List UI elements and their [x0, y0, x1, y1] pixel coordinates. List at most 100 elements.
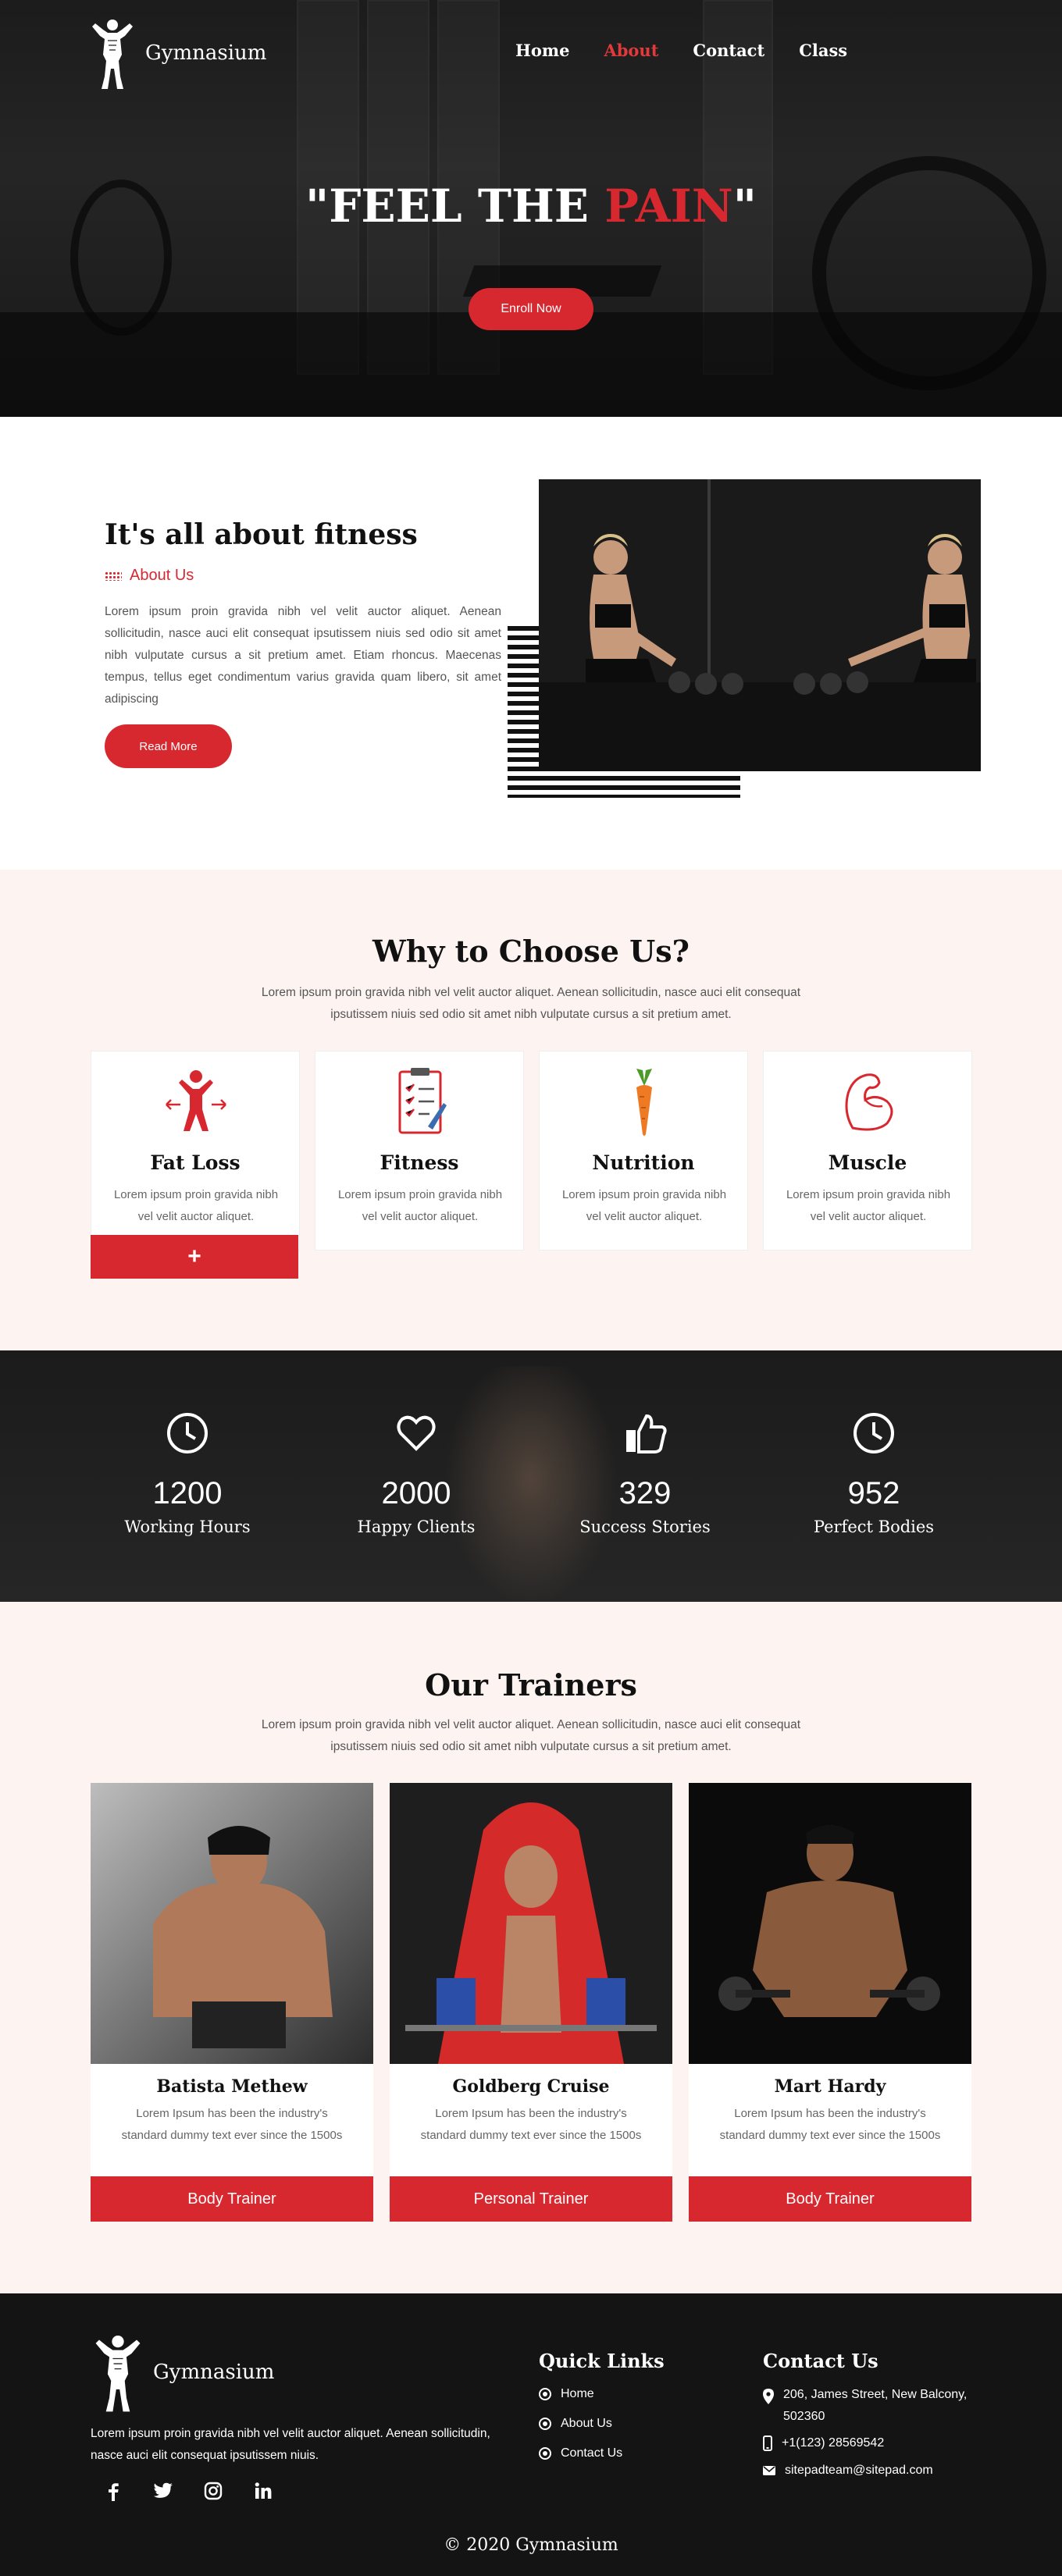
enroll-now-button[interactable]: Enroll Now [469, 288, 593, 330]
main-nav: Home About Contact Class [515, 41, 847, 60]
facebook-icon[interactable] [103, 2481, 123, 2501]
trainer-photo [91, 1783, 373, 2064]
footer-address: 206, James Street, New Balcony, 502360 [763, 2384, 982, 2428]
trainer-role-button[interactable]: Body Trainer [91, 2176, 373, 2222]
map-pin-icon [763, 2389, 774, 2404]
trainer-text: Lorem Ipsum has been the industry's stan… [420, 2107, 642, 2142]
clock-icon [167, 1413, 208, 1453]
card-title: Nutrition [592, 1151, 695, 1174]
footer-brand-name: Gymnasium [153, 2361, 275, 2384]
circle-dot-icon [539, 2418, 551, 2430]
envelope-icon [763, 2466, 775, 2475]
nav-class[interactable]: Class [799, 41, 847, 60]
card-fitness[interactable]: Fitness Lorem ipsum proin gravida nibh v… [315, 1051, 524, 1251]
about-photo [539, 479, 981, 771]
stat-number: 952 [847, 1476, 900, 1510]
carrot-icon [636, 1069, 652, 1136]
footer-logo[interactable]: Gymnasium [91, 2329, 274, 2415]
trainer-name: Batista Methew [156, 2076, 308, 2097]
stat-happy-clients: 2000 Happy Clients [323, 1411, 510, 1536]
footer-link-contact[interactable]: Contact Us [539, 2446, 622, 2460]
card-fat-loss[interactable]: Fat Loss Lorem ipsum proin gravida nibh … [91, 1051, 300, 1251]
card-text: Lorem ipsum proin gravida nibh vel velit… [337, 1188, 503, 1223]
brand-logo[interactable]: Gymnasium [87, 14, 266, 92]
trainer-role-button[interactable]: Personal Trainer [390, 2176, 672, 2222]
stat-number: 1200 [152, 1476, 223, 1510]
footer: Gymnasium Lorem ipsum proin gravida nibh… [0, 2293, 1062, 2576]
about-subtitle: About Us [105, 567, 194, 585]
brand-name: Gymnasium [145, 41, 267, 65]
footer-link-label: Contact Us [561, 2446, 623, 2460]
footer-link-about[interactable]: About Us [539, 2417, 612, 2431]
trainers-title: Our Trainers [425, 1667, 637, 1703]
footer-phone[interactable]: +1(123) 28569542 [763, 2435, 884, 2451]
card-title: Muscle [828, 1151, 907, 1174]
why-section: Why to Choose Us? Lorem ipsum proin grav… [0, 870, 1062, 1350]
instagram-icon[interactable] [203, 2481, 223, 2501]
about-subtitle-text: About Us [130, 567, 194, 584]
social-links [103, 2481, 273, 2501]
card-text: Lorem ipsum proin gravida nibh vel velit… [561, 1188, 727, 1223]
clipboard-icon [398, 1068, 447, 1134]
footer-description: Lorem ipsum proin gravida nibh vel velit… [91, 2427, 490, 2462]
stat-label: Working Hours [124, 1517, 251, 1536]
stats-section: 1200 Working Hours 2000 Happy Clients 32… [0, 1350, 1062, 1602]
trainer-card[interactable]: Batista Methew Lorem Ipsum has been the … [91, 1783, 373, 2222]
clock-icon [854, 1413, 894, 1453]
stat-number: 329 [618, 1476, 672, 1510]
fat-loss-icon [166, 1070, 226, 1131]
trainers-section: Our Trainers Lorem ipsum proin gravida n… [0, 1602, 1062, 2293]
nav-about[interactable]: About [604, 41, 658, 60]
trainer-card[interactable]: Mart Hardy Lorem Ipsum has been the indu… [689, 1783, 971, 2222]
expand-button[interactable]: + [91, 1235, 298, 1279]
trainer-role-button[interactable]: Body Trainer [689, 2176, 971, 2222]
trainer-photo-image [91, 1783, 373, 2064]
why-subtitle: Lorem ipsum proin gravida nibh vel velit… [261, 986, 801, 1021]
hero-section: Gymnasium Home About Contact Class "FEEL… [0, 0, 1062, 417]
stat-working-hours: 1200 Working Hours [94, 1411, 281, 1536]
trainer-text: Lorem Ipsum has been the industry's stan… [121, 2107, 343, 2142]
bodybuilder-logo-icon [92, 20, 133, 89]
phone-icon [763, 2435, 772, 2451]
footer-email[interactable]: sitepadteam@sitepad.com [763, 2464, 933, 2478]
bodybuilder-logo-icon [95, 2335, 141, 2412]
footer-link-label: Home [561, 2387, 594, 2400]
card-title: Fat Loss [150, 1151, 241, 1174]
footer-link-home[interactable]: Home [539, 2387, 594, 2401]
trainer-name: Goldberg Cruise [452, 2076, 610, 2097]
card-muscle[interactable]: Muscle Lorem ipsum proin gravida nibh ve… [763, 1051, 972, 1251]
footer-email-text: sitepadteam@sitepad.com [785, 2464, 933, 2477]
twitter-icon[interactable] [153, 2481, 173, 2501]
stat-label: Happy Clients [357, 1517, 476, 1536]
hero-title: "FEEL THE PAIN" [0, 180, 1062, 233]
trainer-photo [689, 1783, 971, 2064]
card-nutrition[interactable]: Nutrition Lorem ipsum proin gravida nibh… [539, 1051, 748, 1251]
hero-title-red: PAIN [604, 180, 733, 233]
nav-home[interactable]: Home [515, 41, 569, 60]
circle-dot-icon [539, 2447, 551, 2460]
about-section: It's all about fitness About Us Lorem ip… [0, 417, 1062, 870]
trainer-photo-image [689, 1783, 971, 2064]
card-text: Lorem ipsum proin gravida nibh vel velit… [113, 1188, 279, 1223]
stat-perfect-bodies: 952 Perfect Bodies [780, 1411, 968, 1536]
stat-number: 2000 [381, 1476, 451, 1510]
heart-icon [397, 1415, 436, 1451]
quick-links-title: Quick Links [539, 2350, 665, 2372]
footer-phone-text: +1(123) 28569542 [782, 2436, 885, 2450]
trainers-subtitle: Lorem ipsum proin gravida nibh vel velit… [261, 1718, 801, 1753]
read-more-button[interactable]: Read More [105, 724, 232, 768]
why-title: Why to Choose Us? [372, 934, 690, 969]
about-title: It's all about fitness [105, 518, 418, 551]
nav-contact[interactable]: Contact [693, 41, 764, 60]
trainer-photo [390, 1783, 672, 2064]
trainer-text: Lorem Ipsum has been the industry's stan… [719, 2107, 941, 2142]
trainer-card[interactable]: Goldberg Cruise Lorem Ipsum has been the… [390, 1783, 672, 2222]
stat-label: Success Stories [579, 1517, 711, 1536]
trainer-name: Mart Hardy [774, 2076, 886, 2097]
copyright: © 2020 Gymnasium [444, 2535, 618, 2555]
linkedin-icon[interactable] [253, 2481, 273, 2501]
about-text: Lorem ipsum proin gravida nibh vel velit… [105, 605, 501, 706]
card-title: Fitness [380, 1151, 459, 1174]
hero-title-white: "FEEL THE [305, 180, 605, 233]
women-dumbbell-photo [539, 479, 981, 771]
